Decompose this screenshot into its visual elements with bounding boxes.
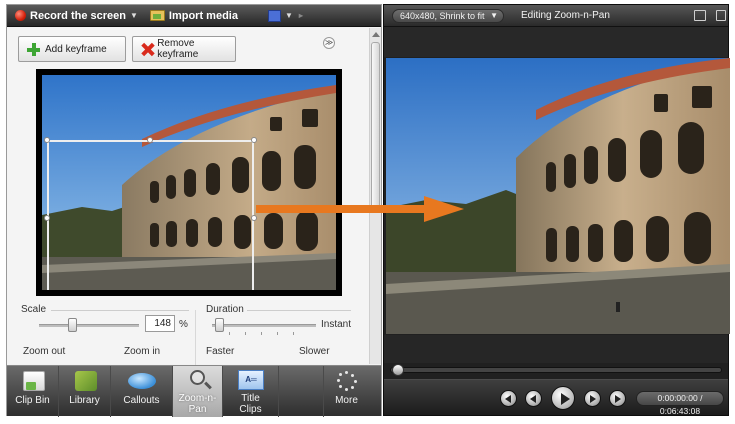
skip-back-icon[interactable] xyxy=(500,390,517,407)
add-keyframe-button[interactable]: Add keyframe xyxy=(18,36,126,62)
fullscreen-icon[interactable] xyxy=(694,10,706,21)
tab-label-line2: Pan xyxy=(188,404,207,415)
slower-label: Slower xyxy=(299,346,330,357)
title-clip-icon: A═ xyxy=(238,370,264,390)
resize-handle[interactable] xyxy=(251,137,257,143)
tab-more[interactable]: More xyxy=(323,366,369,417)
produce-menu-button[interactable]: ▼ ▸ xyxy=(242,5,307,27)
task-toolbar: Record the screen ▼ Import media ▼ ▸ xyxy=(7,5,381,27)
divider xyxy=(195,310,196,368)
arrow-right-icon xyxy=(256,196,464,222)
film-icon xyxy=(267,9,281,22)
tick-mark xyxy=(277,332,278,335)
tab-label-line1: Title xyxy=(241,393,260,404)
preview-letterbox-top xyxy=(384,27,728,57)
library-icon xyxy=(75,371,97,391)
fast-forward-icon[interactable] xyxy=(584,390,601,407)
scroll-thumb[interactable] xyxy=(371,42,380,212)
playback-progress-bar[interactable] xyxy=(390,367,722,373)
faster-label: Faster xyxy=(206,346,235,357)
zoom-region[interactable] xyxy=(47,140,254,290)
time-display: 0:00:00:00 / 0:06:43:08 xyxy=(636,391,724,416)
zoom-out-label: Zoom out xyxy=(23,346,66,357)
callout-bubble-icon xyxy=(128,373,156,389)
tab-callouts[interactable]: Callouts xyxy=(111,366,173,417)
camtasia-window: Record the screen ▼ Import media ▼ ▸ Add… xyxy=(0,0,735,424)
scale-input[interactable]: 148 xyxy=(145,315,175,332)
preview-letterbox-bottom xyxy=(384,335,728,363)
record-dot-icon xyxy=(15,10,26,21)
divider xyxy=(247,310,351,311)
scale-label: Scale xyxy=(21,304,47,315)
tab-label-line2: Clips xyxy=(239,404,262,415)
remove-keyframe-label: Remove keyframe xyxy=(157,38,199,60)
more-icon xyxy=(337,371,357,391)
play-icon[interactable] xyxy=(551,386,575,410)
duration-value: Instant xyxy=(321,319,352,330)
tab-clip-bin[interactable]: Clip Bin xyxy=(7,366,59,417)
detach-preview-icon[interactable] xyxy=(716,10,726,21)
tab-title-clips[interactable]: A═ Title Clips xyxy=(223,366,279,417)
preview-size-dropdown[interactable]: 640x480, Shrink to fit ▼ xyxy=(392,9,504,23)
colosseum-thumbnail xyxy=(42,75,336,290)
scroll-up-icon[interactable] xyxy=(372,32,380,37)
magnifier-icon xyxy=(190,370,205,385)
task-tabs: Clip Bin Library Callouts Zoom-n- Pan A═… xyxy=(7,365,381,417)
playhead-knob[interactable] xyxy=(392,364,404,376)
time-current: 0:00:00:00 xyxy=(657,393,698,403)
preview-header: 640x480, Shrink to fit ▼ Editing Zoom-n-… xyxy=(384,5,728,27)
duration-slider-track[interactable] xyxy=(212,324,316,327)
add-keyframe-label: Add keyframe xyxy=(45,43,107,55)
scale-slider-track[interactable] xyxy=(39,324,139,327)
chevron-down-icon: ▼ xyxy=(490,11,498,20)
resize-handle[interactable] xyxy=(44,137,50,143)
skip-forward-icon[interactable] xyxy=(609,390,626,407)
tab-library[interactable]: Library xyxy=(59,366,111,417)
chevron-down-icon: ▼ xyxy=(129,11,138,20)
duration-label: Duration xyxy=(206,304,244,315)
tick-mark xyxy=(229,332,230,335)
collapse-icon[interactable]: ≫ xyxy=(323,37,335,49)
tab-label: More xyxy=(335,395,358,406)
tab-label: Callouts xyxy=(123,395,160,406)
zoom-canvas[interactable] xyxy=(36,69,342,296)
resize-handle[interactable] xyxy=(44,215,50,221)
scale-unit: % xyxy=(179,319,188,330)
clip-bin-icon xyxy=(23,371,45,391)
remove-keyframe-button[interactable]: Remove keyframe xyxy=(132,36,236,62)
divider xyxy=(51,310,189,311)
playback-controls: 0:00:00:00 / 0:06:43:08 xyxy=(384,379,728,416)
tab-label: Clip Bin xyxy=(15,395,50,406)
preview-size-value: 640x480, Shrink to fit xyxy=(400,11,485,21)
import-media-label: Import media xyxy=(168,9,238,22)
rewind-icon[interactable] xyxy=(525,390,542,407)
folder-icon xyxy=(149,10,165,21)
tab-zoom-n-pan[interactable]: Zoom-n- Pan xyxy=(173,366,223,417)
zoom-in-label: Zoom in xyxy=(124,346,161,357)
time-total: 0:06:43:08 xyxy=(659,406,701,416)
time-separator: / xyxy=(697,393,703,403)
tick-mark xyxy=(245,332,246,335)
editing-title: Editing Zoom-n-Pan xyxy=(521,10,610,21)
resize-handle[interactable] xyxy=(147,137,153,143)
scale-slider-knob[interactable] xyxy=(68,318,77,332)
chevron-down-icon: ▼ xyxy=(284,11,293,20)
tick-mark xyxy=(261,332,262,335)
duration-slider-knob[interactable] xyxy=(215,318,224,332)
tick-mark xyxy=(293,332,294,335)
tab-label-line1: Zoom-n- xyxy=(178,393,217,404)
overflow-icon: ▸ xyxy=(298,11,303,20)
tab-label: Library xyxy=(69,395,100,406)
remove-icon xyxy=(141,43,152,56)
record-screen-button[interactable]: Record the screen ▼ xyxy=(7,5,142,27)
record-screen-label: Record the screen xyxy=(30,9,126,22)
import-media-button[interactable]: Import media xyxy=(146,5,242,27)
plus-icon xyxy=(27,42,40,56)
